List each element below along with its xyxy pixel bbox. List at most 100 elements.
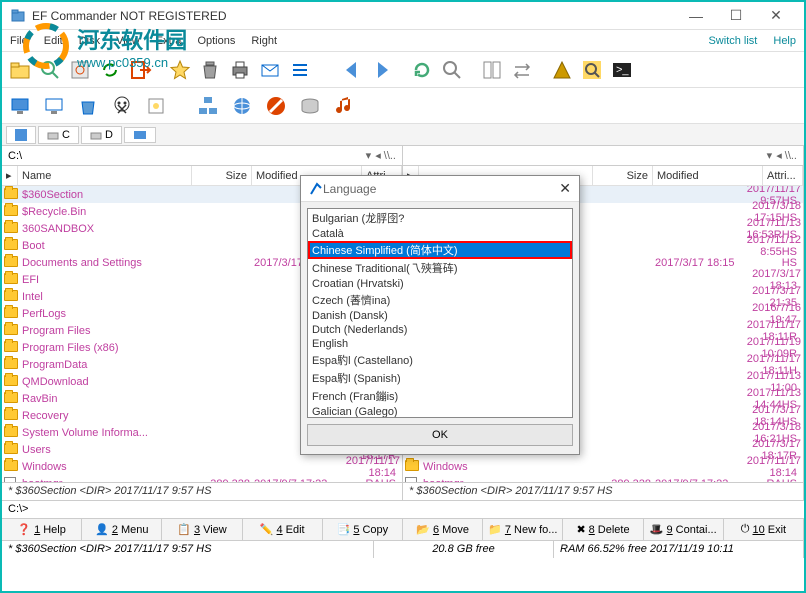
search-icon[interactable]	[36, 56, 64, 84]
language-option[interactable]: Chinese Simplified (简体中文)	[308, 241, 572, 259]
history-icon[interactable]: ◂ \\..	[375, 149, 396, 162]
print-icon[interactable]	[226, 56, 254, 84]
language-option[interactable]: Bulgarian (龙脬囹?	[308, 209, 572, 227]
fn-move[interactable]: 📂6 Move	[403, 519, 483, 540]
list-icon[interactable]	[286, 56, 314, 84]
fn-exit[interactable]: ⏻10 Exit	[724, 519, 804, 540]
view-mode-icon[interactable]	[6, 126, 36, 144]
fn-view[interactable]: 📋3 View	[162, 519, 242, 540]
status-left: * $360Section <DIR> 2017/11/17 9:57 HS	[2, 483, 403, 500]
refresh-icon[interactable]	[408, 56, 436, 84]
bottom-status-bar: * $360Section <DIR> 2017/11/17 9:57 HS 2…	[2, 540, 804, 558]
fn-delete[interactable]: ✖8 Delete	[563, 519, 643, 540]
zoom-icon[interactable]	[438, 56, 466, 84]
status-ram: RAM 66.52% free 2017/11/19 10:11	[554, 541, 804, 558]
language-option[interactable]: English	[308, 337, 572, 351]
language-option[interactable]: Croatian (Hrvatski)	[308, 277, 572, 291]
pyramid-icon[interactable]	[548, 56, 576, 84]
file-row[interactable]: Windows2017/11/17 18:14	[2, 458, 402, 475]
language-option[interactable]: Català	[308, 227, 572, 241]
language-option[interactable]: Chinese Traditional(乁殎箿砗)	[308, 259, 572, 277]
language-option[interactable]: Dutch (Nederlands)	[308, 323, 572, 337]
find-icon[interactable]	[578, 56, 606, 84]
fn-contai[interactable]: 🎩9 Contai...	[644, 519, 724, 540]
menu-file[interactable]: File	[10, 35, 28, 47]
sync-icon[interactable]	[96, 56, 124, 84]
language-option[interactable]: French (Fran鏰is)	[308, 387, 572, 405]
path-left[interactable]: C:\ ▾ ◂ \\..	[2, 146, 403, 165]
drive-d[interactable]: D	[81, 126, 122, 144]
music-icon[interactable]	[330, 92, 358, 120]
command-line[interactable]: C:\>	[2, 500, 804, 518]
menu-options[interactable]: Options	[197, 35, 235, 47]
fn-copy[interactable]: 📑5 Copy	[323, 519, 403, 540]
col-size[interactable]: Size	[593, 166, 653, 185]
split-icon[interactable]	[478, 56, 506, 84]
fn-help[interactable]: ❓1 Help	[2, 519, 82, 540]
language-option[interactable]: Czech (萫懠ina)	[308, 291, 572, 309]
monitor-icon[interactable]	[40, 92, 68, 120]
file-row[interactable]: Windows2017/11/17 18:14	[403, 458, 803, 475]
drive-network[interactable]	[124, 127, 156, 143]
status-selection: * $360Section <DIR> 2017/11/17 9:57 HS	[2, 541, 374, 558]
terminal-icon[interactable]: >_	[608, 56, 636, 84]
swap-icon[interactable]	[508, 56, 536, 84]
exit-icon[interactable]	[126, 56, 154, 84]
network-icon[interactable]	[194, 92, 222, 120]
toolbar-secondary	[2, 88, 804, 124]
chevron-down-icon[interactable]: ▾	[366, 149, 372, 162]
close-button[interactable]: ✕	[756, 2, 796, 30]
menu-help[interactable]: Help	[773, 35, 796, 47]
desktop-icon[interactable]	[6, 92, 34, 120]
dialog-close-icon[interactable]: ✕	[559, 180, 571, 197]
drive-icon[interactable]	[296, 92, 324, 120]
menubar: File Edit Disk View Extra Options Right …	[2, 30, 804, 52]
chevron-down-icon[interactable]: ▾	[767, 149, 773, 162]
back-icon[interactable]	[338, 56, 366, 84]
path-bar: C:\ ▾ ◂ \\.. ▾ ◂ \\..	[2, 146, 804, 166]
open-icon[interactable]	[6, 56, 34, 84]
language-option[interactable]: Espa馰l (Castellano)	[308, 351, 572, 369]
forbidden-icon[interactable]	[262, 92, 290, 120]
col-attr[interactable]: Attri...	[763, 166, 803, 185]
menu-right[interactable]: Right	[251, 35, 277, 47]
col-name[interactable]: Name	[18, 166, 192, 185]
trash-icon[interactable]	[196, 56, 224, 84]
minimize-button[interactable]: —	[676, 2, 716, 30]
sort-icon[interactable]: ▸	[2, 166, 18, 185]
mail-icon[interactable]	[256, 56, 284, 84]
menu-edit[interactable]: Edit	[44, 35, 63, 47]
menu-disk[interactable]: Disk	[79, 35, 100, 47]
language-option[interactable]: Danish (Dansk)	[308, 309, 572, 323]
status-row: * $360Section <DIR> 2017/11/17 9:57 HS *…	[2, 482, 804, 500]
function-key-bar: ❓1 Help👤2 Menu📋3 View✏️4 Edit📑5 Copy📂6 M…	[2, 518, 804, 540]
language-option[interactable]: Espa馰l (Spanish)	[308, 369, 572, 387]
col-size[interactable]: Size	[192, 166, 252, 185]
fn-newfo[interactable]: 📁7 New fo...	[483, 519, 563, 540]
recycle-icon[interactable]	[74, 92, 102, 120]
status-right: * $360Section <DIR> 2017/11/17 9:57 HS	[403, 483, 804, 500]
menu-switch-list[interactable]: Switch list	[708, 35, 757, 47]
fn-edit[interactable]: ✏️4 Edit	[243, 519, 323, 540]
filter-icon[interactable]	[66, 56, 94, 84]
dialog-titlebar[interactable]: Language ✕	[301, 176, 579, 202]
language-option[interactable]: Galician (Galego)	[308, 405, 572, 418]
col-modified[interactable]: Modified	[653, 166, 763, 185]
titlebar: EF Commander NOT REGISTERED — ☐ ✕	[2, 2, 804, 30]
fn-menu[interactable]: 👤2 Menu	[82, 519, 162, 540]
language-listbox[interactable]: Bulgarian (龙脬囹?CatalàChinese Simplified …	[307, 208, 573, 418]
skull-icon[interactable]	[108, 92, 136, 120]
ok-button[interactable]: OK	[307, 424, 573, 446]
menu-extra[interactable]: Extra	[156, 35, 182, 47]
path-right[interactable]: ▾ ◂ \\..	[403, 146, 804, 165]
config-icon[interactable]	[142, 92, 170, 120]
drive-c[interactable]: C	[38, 126, 79, 144]
maximize-button[interactable]: ☐	[716, 2, 756, 30]
svg-text:>_: >_	[616, 64, 629, 76]
star-icon[interactable]	[166, 56, 194, 84]
menu-view[interactable]: View	[116, 35, 140, 47]
history-icon[interactable]: ◂ \\..	[776, 149, 797, 162]
forward-icon[interactable]	[368, 56, 396, 84]
globe-icon[interactable]	[228, 92, 256, 120]
toolbar-main: >_	[2, 52, 804, 88]
